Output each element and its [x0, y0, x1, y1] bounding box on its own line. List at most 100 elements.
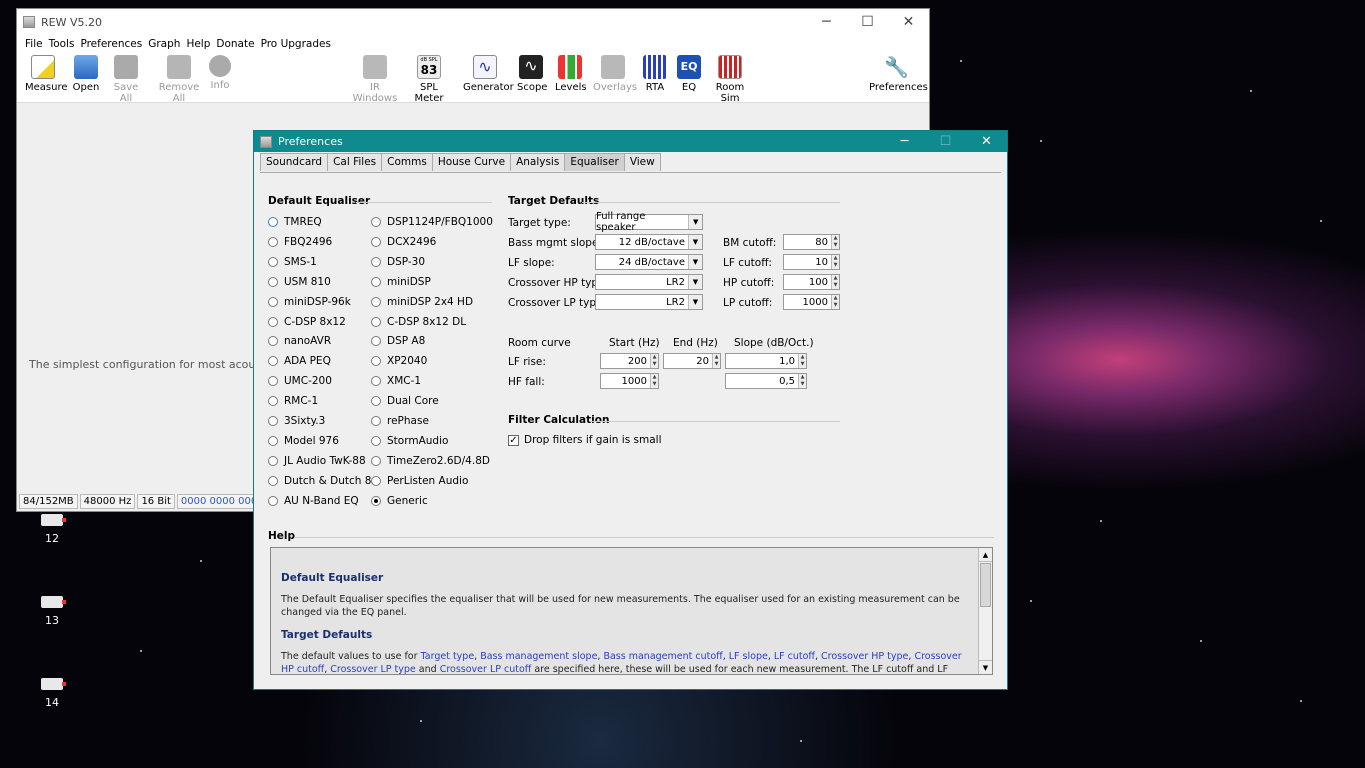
tab-soundcard[interactable]: Soundcard — [260, 153, 329, 171]
menu-pro-upgrades[interactable]: Pro Upgrades — [261, 38, 331, 50]
room-sim-button[interactable]: Room Sim — [707, 55, 753, 104]
spin-up-icon[interactable]: ▲ — [799, 354, 806, 361]
help-link-xo-lp-type[interactable]: Crossover LP type — [330, 664, 416, 674]
minimize-button[interactable]: ─ — [806, 14, 847, 30]
target-type-select[interactable]: Full range speaker ▼ — [595, 211, 703, 233]
preferences-button[interactable]: 🔧 Preferences — [869, 55, 928, 93]
equaliser-radio-3sixty-3[interactable]: 3Sixty.3 — [268, 415, 325, 427]
lp-cutoff-spinner[interactable]: 1000 ▲ ▼ — [783, 294, 840, 310]
equaliser-radio-stormaudio[interactable]: StormAudio — [371, 435, 448, 447]
desktop-icon-14[interactable]: 14 — [30, 678, 74, 709]
menu-graph[interactable]: Graph — [148, 38, 180, 50]
equaliser-radio-ada-peq[interactable]: ADA PEQ — [268, 355, 331, 367]
lf-rise-start-spinner[interactable]: 200 ▲ ▼ — [600, 353, 659, 369]
spin-down-icon[interactable]: ▼ — [832, 262, 839, 269]
help-panel[interactable]: Default Equaliser The Default Equaliser … — [270, 547, 993, 675]
equaliser-radio-timezero2-6d-4-8d[interactable]: TimeZero2.6D/4.8D — [371, 455, 490, 467]
save-all-button[interactable]: Save All — [107, 55, 145, 104]
ir-windows-button[interactable]: IR Windows — [349, 55, 401, 104]
spin-up-icon[interactable]: ▲ — [832, 235, 839, 242]
spin-up-icon[interactable]: ▲ — [713, 354, 720, 361]
spin-down-icon[interactable]: ▼ — [799, 361, 806, 368]
scroll-down-icon[interactable]: ▼ — [979, 660, 992, 674]
scroll-thumb[interactable] — [980, 563, 991, 607]
lf-cutoff-spinner[interactable]: 10 ▲ ▼ — [783, 254, 840, 270]
bass-slope-select[interactable]: 12 dB/octave ▼ — [595, 234, 703, 250]
scope-button[interactable]: ∿ Scope — [517, 55, 547, 93]
measure-button[interactable]: Measure — [25, 55, 68, 93]
spin-down-icon[interactable]: ▼ — [713, 361, 720, 368]
help-link-xo-lp-cutoff[interactable]: Crossover LP cutoff — [440, 664, 532, 674]
spin-up-icon[interactable]: ▲ — [832, 255, 839, 262]
equaliser-radio-usm-810[interactable]: USM 810 — [268, 276, 331, 288]
preferences-title-bar[interactable]: Preferences ─ ☐ ✕ — [254, 131, 1007, 152]
equaliser-radio-perlisten-audio[interactable]: PerListen Audio — [371, 475, 468, 487]
hf-fall-slope-spinner[interactable]: 0,5 ▲ ▼ — [725, 373, 807, 389]
menu-donate[interactable]: Donate — [216, 38, 254, 50]
prefs-maximize-button[interactable]: ☐ — [925, 134, 966, 149]
spin-up-icon[interactable]: ▲ — [651, 374, 658, 381]
help-link-lf-cutoff[interactable]: LF cutoff — [774, 651, 815, 662]
remove-all-button[interactable]: Remove All — [153, 55, 205, 104]
desktop-icon-12[interactable]: 12 — [30, 514, 74, 545]
lf-slope-select[interactable]: 24 dB/octave ▼ — [595, 254, 703, 270]
equaliser-radio-c-dsp-8x12-dl[interactable]: C-DSP 8x12 DL — [371, 316, 466, 328]
equaliser-radio-xmc-1[interactable]: XMC-1 — [371, 375, 421, 387]
tab-analysis[interactable]: Analysis — [510, 153, 566, 171]
drop-filters-checkbox[interactable]: ✓ Drop filters if gain is small — [508, 434, 661, 446]
maximize-button[interactable]: ☐ — [847, 14, 888, 30]
equaliser-radio-nanoavr[interactable]: nanoAVR — [268, 335, 331, 347]
equaliser-radio-xp2040[interactable]: XP2040 — [371, 355, 427, 367]
menu-help[interactable]: Help — [186, 38, 210, 50]
equaliser-radio-rmc-1[interactable]: RMC-1 — [268, 395, 318, 407]
equaliser-radio-umc-200[interactable]: UMC-200 — [268, 375, 332, 387]
equaliser-radio-dual-core[interactable]: Dual Core — [371, 395, 439, 407]
open-button[interactable]: Open — [71, 55, 101, 93]
tab-equaliser[interactable]: Equaliser — [564, 153, 625, 171]
tab-comms[interactable]: Comms — [381, 153, 433, 171]
prefs-minimize-button[interactable]: ─ — [884, 134, 925, 149]
eq-button[interactable]: EQ EQ — [677, 55, 701, 93]
tab-view[interactable]: View — [623, 153, 661, 171]
equaliser-radio-generic[interactable]: Generic — [371, 495, 428, 507]
equaliser-radio-dsp-a8[interactable]: DSP A8 — [371, 335, 425, 347]
menu-tools[interactable]: Tools — [49, 38, 75, 50]
scroll-up-icon[interactable]: ▲ — [979, 548, 992, 562]
equaliser-radio-dutch-dutch-8c[interactable]: Dutch & Dutch 8c — [268, 475, 377, 487]
main-title-bar[interactable]: REW V5.20 ─ ☐ ✕ — [17, 9, 929, 35]
overlays-button[interactable]: Overlays — [593, 55, 637, 93]
menu-preferences[interactable]: Preferences — [80, 38, 142, 50]
equaliser-radio-minidsp[interactable]: miniDSP — [371, 276, 431, 288]
help-link-lf-slope[interactable]: LF slope — [729, 651, 768, 662]
bm-cutoff-spinner[interactable]: 80 ▲ ▼ — [783, 234, 840, 250]
spin-down-icon[interactable]: ▼ — [651, 361, 658, 368]
equaliser-radio-minidsp-96k[interactable]: miniDSP-96k — [268, 296, 351, 308]
hf-fall-start-spinner[interactable]: 1000 ▲ ▼ — [600, 373, 659, 389]
lf-rise-end-spinner[interactable]: 20 ▲ ▼ — [663, 353, 721, 369]
hp-cutoff-spinner[interactable]: 100 ▲ ▼ — [783, 274, 840, 290]
equaliser-radio-tmreq[interactable]: TMREQ — [268, 216, 322, 228]
xo-lp-select[interactable]: LR2 ▼ — [595, 294, 703, 310]
equaliser-radio-dsp-30[interactable]: DSP-30 — [371, 256, 425, 268]
levels-button[interactable]: Levels — [555, 55, 587, 93]
rta-button[interactable]: RTA — [643, 55, 667, 93]
close-button[interactable]: ✕ — [888, 14, 929, 30]
xo-hp-select[interactable]: LR2 ▼ — [595, 274, 703, 290]
menu-file[interactable]: File — [25, 38, 43, 50]
help-link-xo-hp-type[interactable]: Crossover HP type — [821, 651, 908, 662]
equaliser-radio-rephase[interactable]: rePhase — [371, 415, 429, 427]
spl-meter-button[interactable]: dB SPL 83 SPL Meter — [407, 55, 451, 104]
equaliser-radio-c-dsp-8x12[interactable]: C-DSP 8x12 — [268, 316, 346, 328]
equaliser-radio-dcx2496[interactable]: DCX2496 — [371, 236, 436, 248]
lf-rise-slope-spinner[interactable]: 1,0 ▲ ▼ — [725, 353, 807, 369]
help-link-target-type[interactable]: Target type — [421, 651, 475, 662]
help-link-bass-slope[interactable]: Bass management slope — [480, 651, 597, 662]
spin-down-icon[interactable]: ▼ — [799, 381, 806, 388]
spin-up-icon[interactable]: ▲ — [832, 295, 839, 302]
info-button[interactable]: Info — [209, 55, 231, 91]
spin-down-icon[interactable]: ▼ — [832, 242, 839, 249]
help-link-bass-cutoff[interactable]: Bass management cutoff — [603, 651, 722, 662]
equaliser-radio-dsp1124p-fbq1000[interactable]: DSP1124P/FBQ1000 — [371, 216, 493, 228]
equaliser-radio-au-n-band-eq[interactable]: AU N-Band EQ — [268, 495, 359, 507]
help-scrollbar[interactable]: ▲ ▼ — [978, 548, 992, 674]
